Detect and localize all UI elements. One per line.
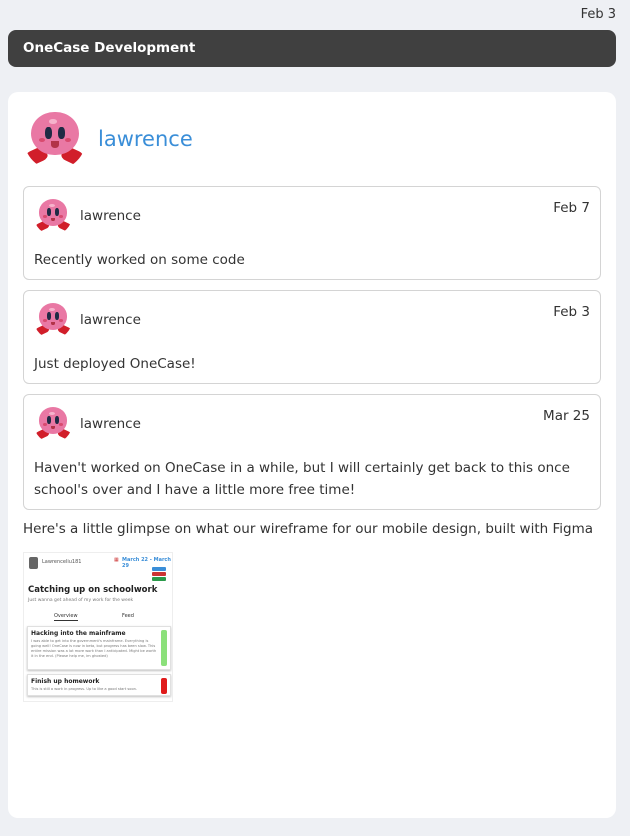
post-card: lawrence Mar 25 Haven't worked on OneCas… — [23, 394, 601, 510]
wire-task-card: Finish up homework This is still a work … — [27, 674, 171, 696]
post-text: Recently worked on some code — [34, 252, 245, 268]
top-date: Feb 3 — [580, 7, 616, 22]
wireframe-caption: Here's a little glimpse on what our wire… — [23, 521, 593, 537]
wire-task-body: This is still a work in progress. Up to … — [31, 687, 138, 691]
books-icon — [152, 567, 166, 583]
post-author[interactable]: lawrence — [80, 208, 141, 224]
post-header: lawrence — [34, 197, 141, 235]
post-author[interactable]: lawrence — [80, 416, 141, 432]
wire-username: Lawrenceliu181 — [42, 559, 82, 565]
profile-header: lawrence — [24, 108, 193, 170]
wire-tab-overview: Overview — [54, 613, 78, 621]
post-header: lawrence — [34, 301, 141, 339]
post-text: Just deployed OneCase! — [34, 356, 196, 372]
wire-subtitle: Just wanna get ahead of my work for the … — [28, 598, 134, 603]
kirby-avatar-icon[interactable] — [34, 197, 72, 235]
post-date: Feb 7 — [553, 200, 590, 216]
post-date: Mar 25 — [543, 408, 590, 424]
post-card: lawrence Feb 7 Recently worked on some c… — [23, 186, 601, 280]
profile-name[interactable]: lawrence — [98, 127, 193, 151]
content-card: lawrence lawrence Feb 7 Recently worked … — [8, 92, 616, 818]
post-header: lawrence — [34, 405, 141, 443]
phone-icon — [29, 557, 38, 569]
post-author[interactable]: lawrence — [80, 312, 141, 328]
project-banner[interactable]: OneCase Development — [8, 30, 616, 67]
kirby-avatar-icon[interactable] — [34, 301, 72, 339]
kirby-avatar-icon[interactable] — [34, 405, 72, 443]
calendar-icon: ▦ — [114, 557, 119, 563]
wire-task-title: Finish up homework — [31, 678, 100, 685]
post-text: Haven't worked on OneCase in a while, bu… — [34, 460, 570, 498]
wire-tab-feed: Feed — [122, 613, 134, 619]
wire-task-title: Hacking into the mainframe — [31, 630, 126, 637]
wireframe-image[interactable]: Lawrenceliu181 ▦ March 22 - March 29 Cat… — [23, 552, 173, 702]
post-card: lawrence Feb 3 Just deployed OneCase! — [23, 290, 601, 384]
wire-task-body: I was able to get into the government's … — [31, 639, 157, 658]
wire-task-card: Hacking into the mainframe I was able to… — [27, 626, 171, 670]
wire-status-bar — [161, 630, 167, 666]
post-date: Feb 3 — [553, 304, 590, 320]
wire-title: Catching up on schoolwork — [28, 585, 158, 595]
kirby-avatar-icon[interactable] — [24, 108, 86, 170]
wire-status-bar — [161, 678, 167, 694]
